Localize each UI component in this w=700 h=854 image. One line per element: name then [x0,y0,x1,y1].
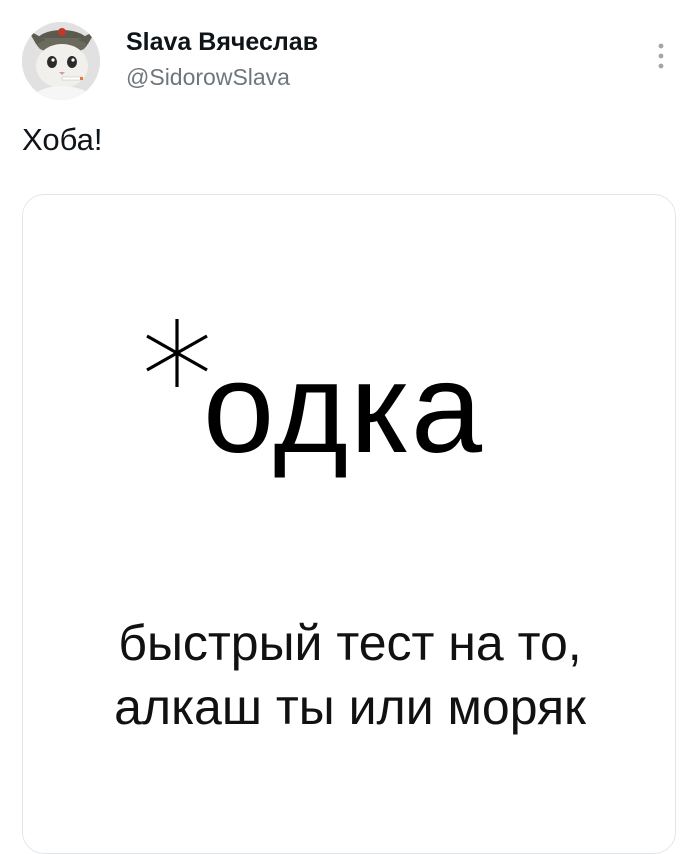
meme-caption-line-2: алкаш ты или моряк [114,679,586,735]
author-display-name[interactable]: Slava Вячеслав [126,28,318,57]
tweet: Slava Вячеслав @SidorowSlava Хоба! одка … [0,0,700,854]
meme-caption-line-1: быстрый тест на то, [118,615,582,671]
meme-caption: быстрый тест на то, алкаш ты или моряк [23,611,675,739]
author-handle[interactable]: @SidorowSlava [126,64,290,91]
cat-soldier-avatar-icon [22,22,100,100]
tweet-text: Хоба! [22,122,103,157]
tweet-header: Slava Вячеслав @SidorowSlava [22,22,678,102]
meme-word: одка [203,337,485,480]
avatar[interactable] [22,22,100,100]
more-options-button[interactable] [644,36,678,76]
tweet-media-image[interactable]: одка быстрый тест на то, алкаш ты или мо… [22,194,676,854]
vertical-ellipsis-icon [658,43,664,69]
